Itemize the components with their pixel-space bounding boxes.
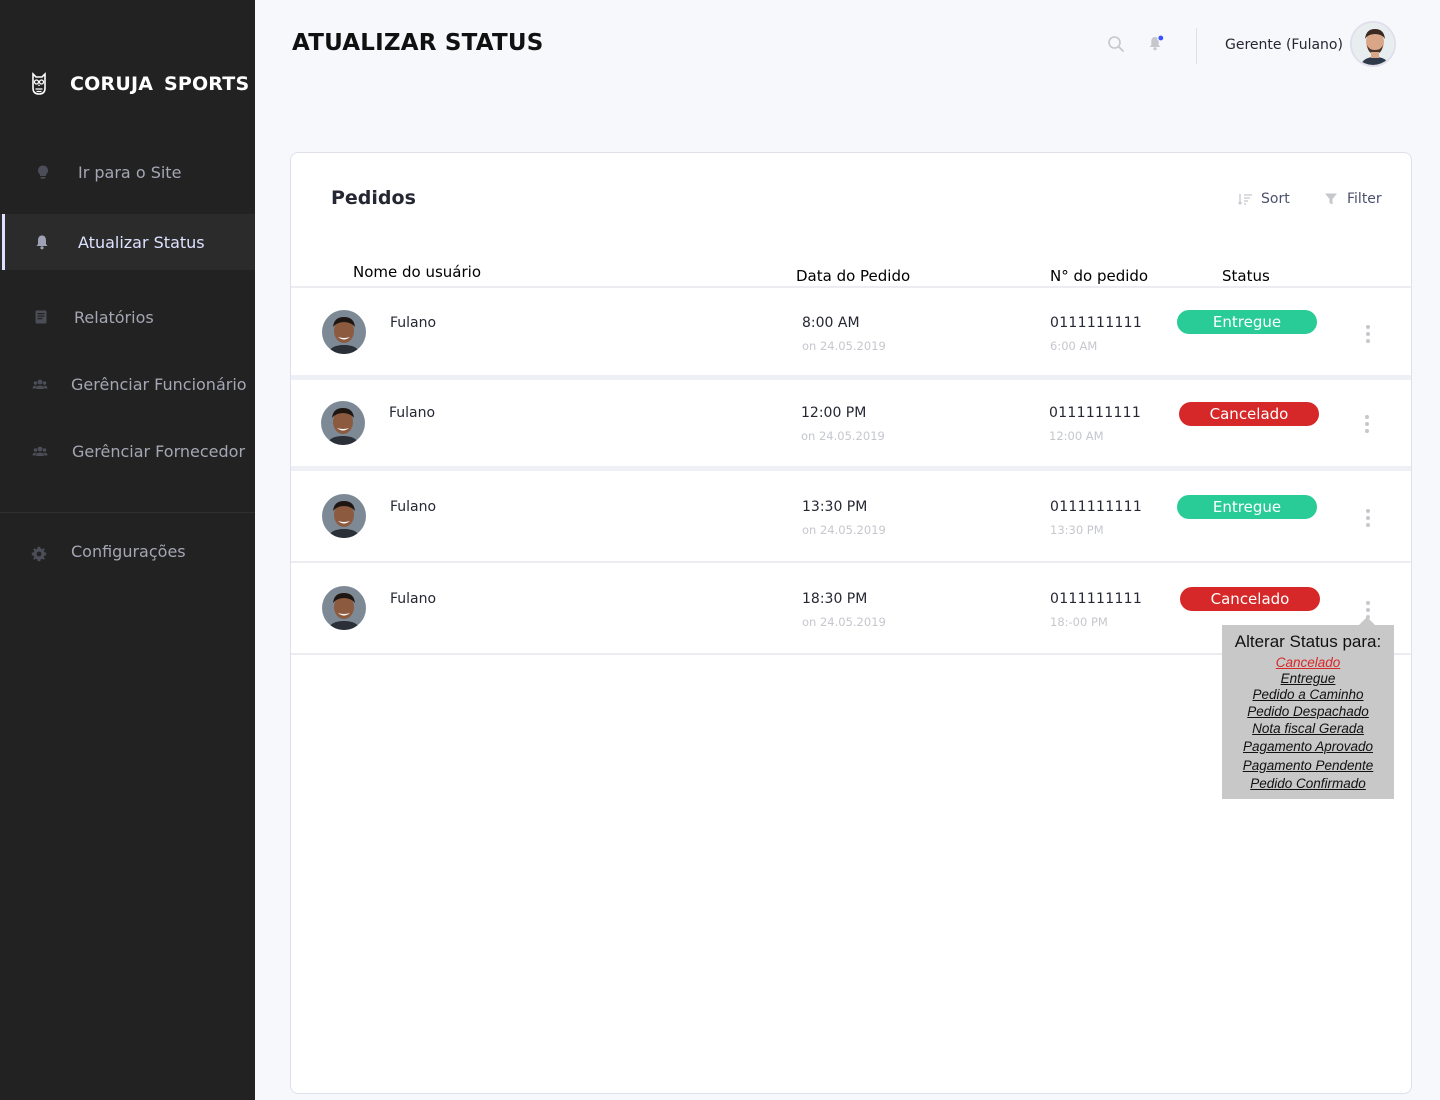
users-icon <box>32 379 48 389</box>
sidebar-item-label: Gerênciar Fornecedor <box>72 441 246 461</box>
status-option-nota-fiscal-gerada[interactable]: Nota fiscal Gerada <box>1222 721 1394 736</box>
filter-button[interactable]: Filter <box>1323 191 1382 207</box>
sidebar: CORUJA SPORTS Ir para o Site Atualizar S… <box>0 0 255 1100</box>
status-badge[interactable]: Entregue <box>1177 495 1317 519</box>
order-number: 0111111111 <box>1050 499 1143 515</box>
order-date: on 24.05.2019 <box>802 339 886 353</box>
sidebar-item-label: Relatórios <box>74 307 154 327</box>
brand[interactable]: CORUJA SPORTS <box>30 70 249 98</box>
user-name[interactable]: Gerente (Fulano) <box>1225 37 1343 53</box>
column-header-status[interactable]: Status <box>1222 267 1270 285</box>
sidebar-item-atualizar-status[interactable]: Atualizar Status <box>0 214 255 270</box>
users-icon <box>32 446 48 456</box>
order-number: 0111111111 <box>1049 405 1142 421</box>
order-time: 12:00 PM <box>801 405 867 421</box>
sidebar-item-label: Ir para o Site <box>78 162 182 182</box>
column-header-order-number[interactable]: N° do pedido <box>1050 267 1148 285</box>
order-date: on 24.05.2019 <box>801 429 885 443</box>
sidebar-item-label: Atualizar Status <box>78 232 205 252</box>
user-avatar-image <box>1352 23 1394 65</box>
gear-icon <box>31 546 47 562</box>
orders-card: Pedidos Sort Filter Nome do usuário Data… <box>290 152 1412 1094</box>
avatar <box>322 494 366 538</box>
status-badge[interactable]: Cancelado <box>1179 402 1319 426</box>
status-badge[interactable]: Cancelado <box>1180 587 1320 611</box>
status-change-dropdown: Alterar Status para: Cancelado Entregue … <box>1222 617 1394 799</box>
sidebar-item-label: Configurações <box>71 541 186 561</box>
order-date: on 24.05.2019 <box>802 523 886 537</box>
status-option-pagamento-aprovado[interactable]: Pagamento Aprovado <box>1222 739 1394 754</box>
user-avatar[interactable] <box>1350 21 1396 67</box>
header-separator <box>1196 28 1197 64</box>
order-date: on 24.05.2019 <box>802 615 886 629</box>
sidebar-item-site[interactable]: Ir para o Site <box>0 144 255 200</box>
sidebar-item-relatorios[interactable]: Relatórios <box>0 289 255 345</box>
status-badge[interactable]: Entregue <box>1177 310 1317 334</box>
user-name-cell: Fulano <box>389 405 436 421</box>
status-option-pedido-despachado[interactable]: Pedido Despachado <box>1222 704 1394 719</box>
user-name-cell: Fulano <box>390 315 437 331</box>
order-time: 13:30 PM <box>802 499 868 515</box>
bell-icon <box>36 235 48 250</box>
status-option-entregue[interactable]: Entregue <box>1222 671 1394 686</box>
more-options-icon[interactable] <box>1365 509 1371 527</box>
sort-icon <box>1238 194 1252 205</box>
status-option-pedido-confirmado[interactable]: Pedido Confirmado <box>1222 776 1394 791</box>
more-options-icon[interactable] <box>1364 415 1370 433</box>
order-number: 0111111111 <box>1050 315 1143 331</box>
order-time: 8:00 AM <box>802 315 860 331</box>
dropdown-title: Alterar Status para: <box>1234 632 1382 651</box>
order-subtime: 13:30 PM <box>1050 523 1104 537</box>
avatar <box>322 310 366 354</box>
sidebar-divider <box>0 512 255 513</box>
sidebar-item-configuracoes[interactable]: Configurações <box>0 523 255 579</box>
sidebar-item-fornecedor[interactable]: Gerênciar Fornecedor <box>0 423 255 479</box>
sidebar-item-funcionario[interactable]: Gerênciar Funcionário <box>0 356 255 412</box>
brand-name: CORUJA SPORTS <box>70 73 250 95</box>
order-subtime: 12:00 AM <box>1049 429 1104 443</box>
order-number: 0111111111 <box>1050 591 1143 607</box>
column-header-date[interactable]: Data do Pedido <box>796 267 910 285</box>
owl-logo-icon <box>32 72 46 95</box>
more-options-icon[interactable] <box>1365 325 1371 343</box>
user-name-cell: Fulano <box>390 499 437 515</box>
filter-icon <box>1325 193 1337 205</box>
table-row[interactable]: Fulano 12:00 PM on 24.05.2019 0111111111… <box>291 380 1411 470</box>
avatar <box>322 586 366 630</box>
notification-bell-icon[interactable] <box>1147 34 1165 52</box>
column-header-name[interactable]: Nome do usuário <box>353 263 481 281</box>
search-icon[interactable] <box>1107 35 1125 53</box>
lightbulb-icon <box>37 165 48 179</box>
sort-label: Sort <box>1261 191 1290 207</box>
table-row[interactable]: Fulano 13:30 PM on 24.05.2019 0111111111… <box>291 471 1411 561</box>
page-title: ATUALIZAR STATUS <box>292 30 544 56</box>
filter-label: Filter <box>1347 191 1382 207</box>
sidebar-item-label: Gerênciar Funcionário <box>71 374 247 394</box>
book-icon <box>35 310 47 324</box>
status-option-pedido-a-caminho[interactable]: Pedido a Caminho <box>1222 687 1394 702</box>
avatar <box>321 401 365 445</box>
status-option-cancelado[interactable]: Cancelado <box>1222 655 1394 670</box>
sort-button[interactable]: Sort <box>1237 191 1290 207</box>
user-name-cell: Fulano <box>390 591 437 607</box>
order-subtime: 18:-00 PM <box>1050 615 1108 629</box>
card-title: Pedidos <box>331 187 416 209</box>
order-subtime: 6:00 AM <box>1050 339 1098 353</box>
table-row[interactable]: Fulano 8:00 AM on 24.05.2019 0111111111 … <box>291 288 1411 378</box>
status-option-pagamento-pendente[interactable]: Pagamento Pendente <box>1222 758 1394 773</box>
order-time: 18:30 PM <box>802 591 868 607</box>
